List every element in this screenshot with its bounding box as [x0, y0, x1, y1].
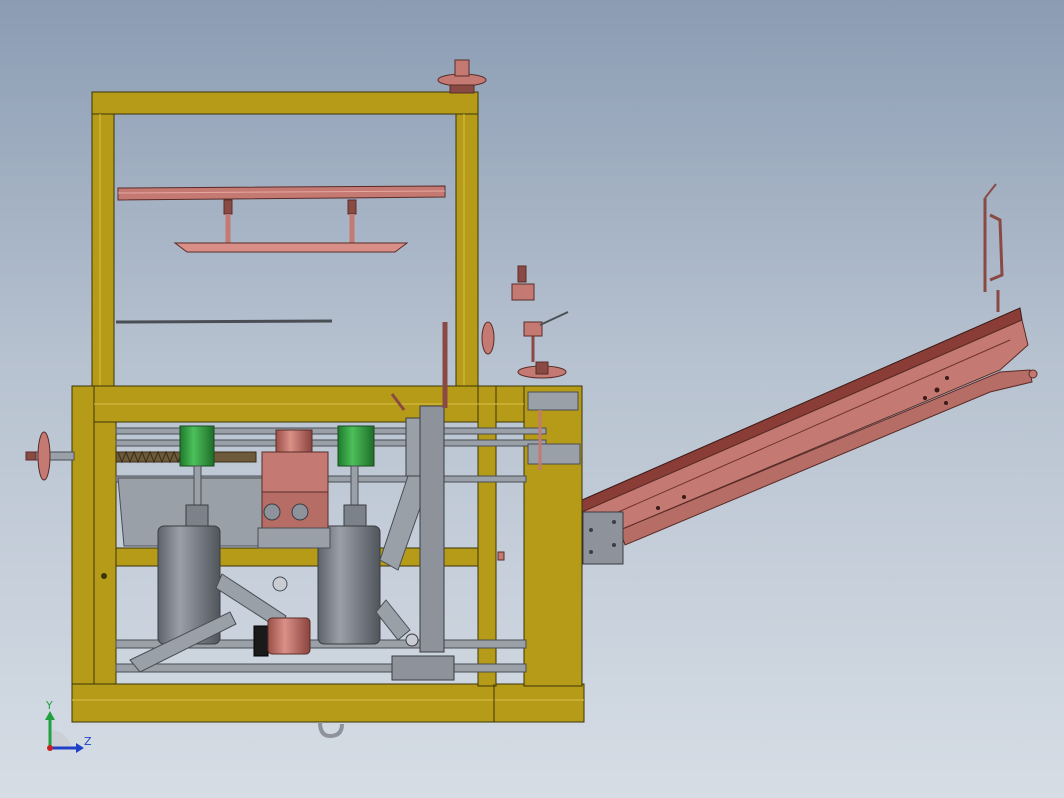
- cad-viewport[interactable]: Y Z: [0, 0, 1064, 798]
- upper-frame-left-post: [91, 113, 115, 395]
- lifting-hook: [318, 721, 344, 739]
- sensor-assembly[interactable]: [511, 265, 569, 379]
- top-handwheel[interactable]: [437, 59, 487, 94]
- upper-frame-top-beam: [91, 91, 479, 115]
- z-axis-label: Z: [84, 735, 92, 748]
- lower-frame-left-post: [71, 385, 95, 723]
- frame-bolt: [101, 573, 107, 579]
- central-drive-unit[interactable]: [257, 429, 331, 549]
- conveyor-side-rail: [581, 319, 1029, 546]
- left-motor: [179, 425, 215, 467]
- inclined-conveyor[interactable]: [581, 183, 1038, 565]
- x-axis-point: [47, 745, 53, 751]
- left-handwheel[interactable]: [25, 431, 75, 481]
- guide-rod: [115, 319, 333, 324]
- inner-left-post: [93, 421, 117, 685]
- conveyor-edge-line: [599, 339, 1011, 521]
- upper-carriage[interactable]: [117, 185, 446, 253]
- cad-model-view[interactable]: [0, 0, 1064, 798]
- y-axis-label: Y: [46, 699, 53, 712]
- lower-frame-base: [71, 683, 585, 723]
- bottom-gear-motor[interactable]: [253, 617, 311, 657]
- side-stop: [497, 551, 505, 561]
- conveyor-belt-top: [581, 307, 1023, 513]
- conveyor-mount-plate: [582, 511, 624, 565]
- upper-frame-right-post: [455, 113, 479, 395]
- conveyor-end-roller: [1028, 369, 1038, 379]
- right-motor: [337, 425, 375, 467]
- suction-plate: [173, 242, 409, 253]
- conveyor-handle[interactable]: [983, 183, 1004, 312]
